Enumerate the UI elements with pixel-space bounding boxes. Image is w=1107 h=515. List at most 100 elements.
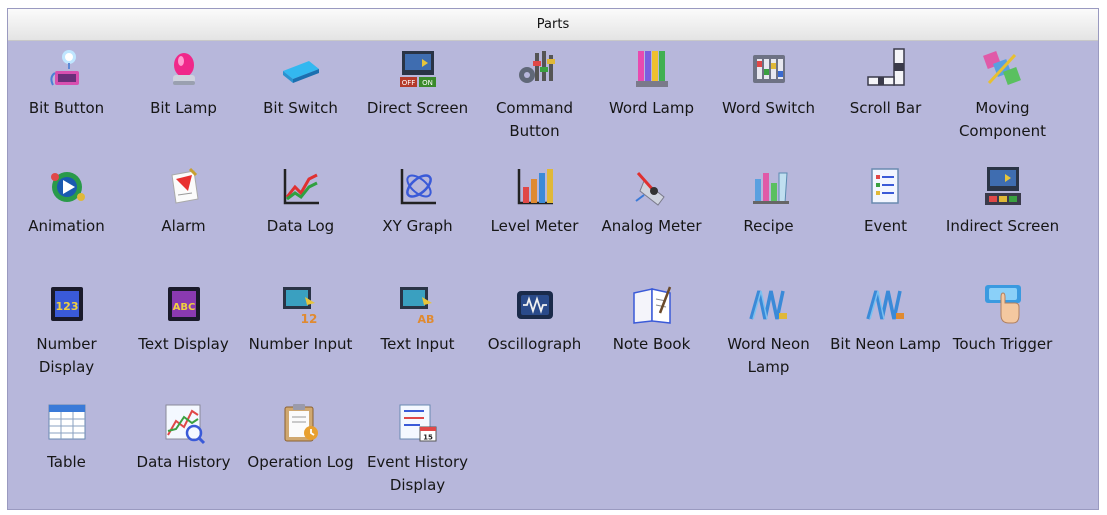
svg-text:ON: ON <box>422 79 433 87</box>
part-number-display[interactable]: 123 Number Display <box>8 279 125 397</box>
part-recipe[interactable]: Recipe <box>710 161 827 279</box>
part-number-input[interactable]: 12 Number Input <box>242 279 359 397</box>
part-label: Analog Meter <box>601 217 702 235</box>
part-label: Operation Log <box>247 453 354 471</box>
word-lamp-icon <box>630 47 674 91</box>
part-label: Command Button <box>495 99 574 140</box>
part-label: Bit Switch <box>263 99 338 117</box>
alarm-icon <box>162 165 206 209</box>
part-label: Moving Component <box>958 99 1047 140</box>
part-word-lamp[interactable]: Word Lamp <box>593 43 710 161</box>
note-book-icon <box>630 283 674 327</box>
part-table[interactable]: Table <box>8 397 125 515</box>
part-label: Word Lamp <box>608 99 694 117</box>
part-label: Touch Trigger <box>952 335 1053 353</box>
svg-text:ABC: ABC <box>172 302 195 313</box>
part-analog-meter[interactable]: Analog Meter <box>593 161 710 279</box>
svg-text:OFF: OFF <box>401 79 415 87</box>
part-command-button[interactable]: Command Button <box>476 43 593 161</box>
parts-grid: Bit Button Bit Lamp Bit Switch OFF ON Dir… <box>8 43 1100 515</box>
part-word-switch[interactable]: Word Switch <box>710 43 827 161</box>
direct-screen-icon: OFF ON <box>396 47 440 91</box>
part-label: Event History Display <box>366 453 469 494</box>
part-label: Data History <box>136 453 231 471</box>
part-label: Word Switch <box>722 99 815 117</box>
bit-lamp-icon <box>162 47 206 91</box>
level-meter-icon <box>513 165 557 209</box>
part-label: Word Neon Lamp <box>727 335 810 376</box>
bit-switch-icon <box>279 47 323 91</box>
part-label: Bit Neon Lamp <box>830 335 941 353</box>
part-label: Text Input <box>380 335 455 353</box>
part-alarm[interactable]: Alarm <box>125 161 242 279</box>
animation-icon <box>45 165 89 209</box>
part-oscillograph[interactable]: Oscillograph <box>476 279 593 397</box>
svg-text:15: 15 <box>423 434 433 442</box>
part-label: Animation <box>28 217 105 235</box>
data-history-icon <box>162 401 206 445</box>
part-label: Bit Lamp <box>150 99 217 117</box>
part-event-history-display[interactable]: 15 Event History Display <box>359 397 476 515</box>
part-label: XY Graph <box>382 217 453 235</box>
word-switch-icon <box>747 47 791 91</box>
part-label: Alarm <box>161 217 206 235</box>
data-log-icon <box>279 165 323 209</box>
part-level-meter[interactable]: Level Meter <box>476 161 593 279</box>
moving-component-icon <box>981 47 1025 91</box>
svg-text:12: 12 <box>300 312 317 326</box>
part-data-history[interactable]: Data History <box>125 397 242 515</box>
part-indirect-screen[interactable]: Indirect Screen <box>944 161 1061 279</box>
part-label: Oscillograph <box>487 335 582 353</box>
scroll-bar-icon <box>864 47 908 91</box>
command-button-icon <box>513 47 557 91</box>
text-input-icon: AB <box>396 283 440 327</box>
bit-neon-lamp-icon <box>864 283 908 327</box>
table-icon <box>45 401 89 445</box>
part-label: Level Meter <box>490 217 579 235</box>
part-label: Event <box>864 217 907 235</box>
word-neon-lamp-icon <box>747 283 791 327</box>
part-label: Table <box>47 453 86 471</box>
analog-meter-icon <box>630 165 674 209</box>
part-text-display[interactable]: ABC Text Display <box>125 279 242 397</box>
part-label: Note Book <box>612 335 691 353</box>
part-label: Number Input <box>248 335 353 353</box>
touch-trigger-icon <box>981 283 1025 327</box>
xy-graph-icon <box>396 165 440 209</box>
part-event[interactable]: Event <box>827 161 944 279</box>
part-label: Data Log <box>266 217 335 235</box>
part-xy-graph[interactable]: XY Graph <box>359 161 476 279</box>
part-label: Bit Button <box>28 99 105 117</box>
operation-log-icon <box>279 401 323 445</box>
part-bit-lamp[interactable]: Bit Lamp <box>125 43 242 161</box>
part-text-input[interactable]: AB Text Input <box>359 279 476 397</box>
part-animation[interactable]: Animation <box>8 161 125 279</box>
part-data-log[interactable]: Data Log <box>242 161 359 279</box>
parts-panel: Parts Bit Button Bit Lamp Bit Switch OFF… <box>7 8 1099 510</box>
part-bit-button[interactable]: Bit Button <box>8 43 125 161</box>
part-label: Number Display <box>36 335 97 376</box>
part-label: Direct Screen <box>366 99 469 117</box>
part-direct-screen[interactable]: OFF ON Direct Screen <box>359 43 476 161</box>
part-bit-neon-lamp[interactable]: Bit Neon Lamp <box>827 279 944 397</box>
number-display-icon: 123 <box>45 283 89 327</box>
part-moving-component[interactable]: Moving Component <box>944 43 1061 161</box>
event-icon <box>864 165 908 209</box>
part-touch-trigger[interactable]: Touch Trigger <box>944 279 1061 397</box>
recipe-icon <box>747 165 791 209</box>
indirect-screen-icon <box>981 165 1025 209</box>
part-label: Scroll Bar <box>849 99 922 117</box>
part-note-book[interactable]: Note Book <box>593 279 710 397</box>
event-history-display-icon: 15 <box>396 401 440 445</box>
number-input-icon: 12 <box>279 283 323 327</box>
svg-text:AB: AB <box>417 313 434 326</box>
part-label: Text Display <box>138 335 229 353</box>
part-bit-switch[interactable]: Bit Switch <box>242 43 359 161</box>
part-label: Recipe <box>743 217 794 235</box>
part-scroll-bar[interactable]: Scroll Bar <box>827 43 944 161</box>
part-word-neon-lamp[interactable]: Word Neon Lamp <box>710 279 827 397</box>
text-display-icon: ABC <box>162 283 206 327</box>
svg-text:123: 123 <box>55 300 78 313</box>
part-label: Indirect Screen <box>945 217 1060 235</box>
part-operation-log[interactable]: Operation Log <box>242 397 359 515</box>
